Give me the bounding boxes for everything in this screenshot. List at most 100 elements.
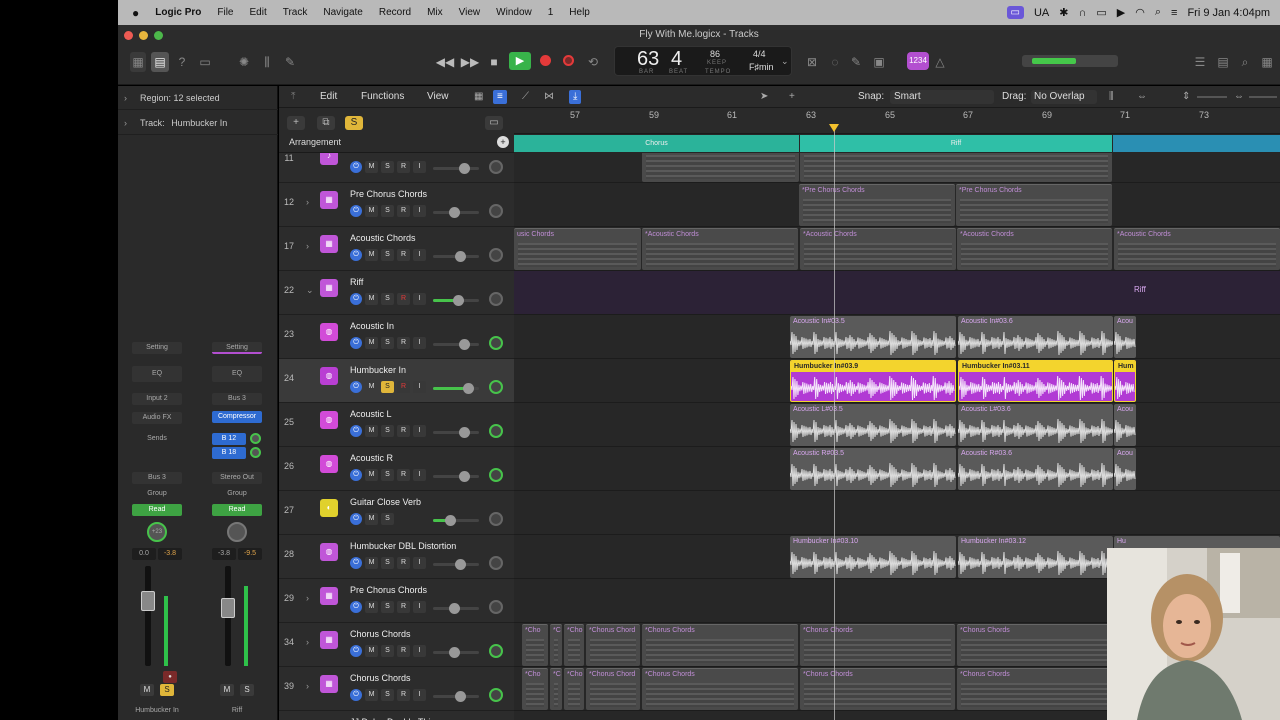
track-lane-27[interactable] [514, 491, 1280, 535]
volume-knob[interactable] [453, 295, 464, 306]
add-marker-icon[interactable]: + [497, 136, 509, 148]
volume-slider[interactable] [433, 559, 479, 570]
region-midi[interactable] [642, 153, 799, 182]
volume-knob[interactable] [449, 647, 460, 658]
volume-knob[interactable] [459, 339, 470, 350]
functions-menu[interactable]: Functions [361, 86, 404, 108]
menu-track[interactable]: Track [275, 7, 316, 18]
volume-slider[interactable] [433, 295, 479, 306]
automation-icon[interactable]: ⟋ [522, 86, 529, 108]
horizontal-zoom-slider[interactable] [1249, 96, 1277, 98]
group-slot[interactable]: Group [212, 488, 262, 500]
region-chorus-chords[interactable]: *Cho [564, 624, 584, 666]
region-humbucker-in-selected[interactable]: Humbucker In#03.9 [790, 360, 956, 402]
power-icon[interactable]: ⏻ [350, 293, 362, 305]
list-editors-icon[interactable]: ☰ [1192, 52, 1208, 72]
vertical-zoom-icon[interactable]: ⇕ [1182, 86, 1190, 108]
mute-button[interactable]: M [365, 689, 378, 701]
back-icon[interactable]: ⤒ [291, 86, 295, 108]
volume-slider[interactable] [433, 163, 479, 174]
solo-button[interactable]: S [381, 381, 394, 393]
send-knob-2[interactable] [250, 447, 261, 458]
chevron-right-icon[interactable]: › [124, 86, 127, 110]
track-name[interactable]: Pre Chorus Chords [350, 585, 427, 595]
timeline-ruler[interactable]: 57 59 61 63 65 67 69 71 73 [514, 108, 1280, 134]
metronome-icon[interactable]: △ [933, 52, 947, 72]
track-header-25[interactable]: 25 ◍ Acoustic L ⏻ M S RI [279, 403, 514, 447]
pan-knob[interactable] [489, 468, 503, 482]
solo-button[interactable]: S [160, 684, 174, 696]
region-chorus-chords[interactable]: *Chorus Chords [642, 668, 798, 710]
library-icon[interactable]: ▦ [130, 52, 146, 72]
track-name[interactable]: Acoustic L [350, 409, 392, 419]
power-icon[interactable]: ⏻ [350, 601, 362, 613]
solo-button[interactable]: S [381, 293, 394, 305]
loop-browser-icon[interactable]: ⌕ [1237, 52, 1253, 72]
input-slot[interactable]: Input 2 [132, 393, 182, 405]
setting-button[interactable]: Setting [212, 342, 262, 354]
record-arm-icon[interactable]: ● [163, 671, 177, 683]
menu-file[interactable]: File [209, 7, 241, 18]
sends-slot[interactable]: Sends [132, 433, 182, 445]
volume-knob[interactable] [455, 559, 466, 570]
lcd-dropdown-icon[interactable]: ⌄ [781, 56, 789, 67]
record-arm-button[interactable]: R [397, 601, 410, 613]
chevron-right-icon[interactable]: › [124, 111, 127, 135]
solo-button[interactable]: S [381, 689, 394, 701]
mute-button[interactable]: M [140, 684, 154, 696]
note-pad-icon[interactable]: ▤ [1215, 52, 1231, 72]
power-icon[interactable]: ⏻ [350, 425, 362, 437]
track-header-24[interactable]: 24 ◍ Humbucker In ⏻ M S RI [279, 359, 514, 403]
input-monitor-button[interactable]: I [413, 249, 426, 261]
menu-window[interactable]: Window [488, 7, 540, 18]
track-header-28[interactable]: 28 ◍ Humbucker DBL Distortion ⏻ M S RI [279, 535, 514, 579]
power-icon[interactable]: ⏻ [350, 205, 362, 217]
pan-knob[interactable] [489, 160, 503, 174]
power-icon[interactable]: ⏻ [350, 249, 362, 261]
solo-button[interactable]: S [381, 601, 394, 613]
apple-menu-icon[interactable]: ● [118, 6, 147, 20]
chevron-right-icon[interactable]: › [306, 593, 309, 603]
solo-button[interactable]: S [381, 161, 394, 173]
region-acoustic-r[interactable]: Acoustic R#03.6 [958, 448, 1113, 490]
volume-fader-cap[interactable] [221, 598, 235, 618]
mute-button[interactable]: M [365, 513, 378, 525]
solo-button[interactable]: S [381, 337, 394, 349]
chevron-down-icon[interactable]: ⌄ [306, 285, 314, 296]
track-header-next[interactable]: JJ Delay Double Thing ⏻ M S RI [279, 711, 514, 720]
track-name[interactable]: Guitar Close Verb [350, 497, 421, 507]
region-chorus-chords[interactable]: *Cho [564, 668, 584, 710]
record-arm-button[interactable]: R [397, 161, 410, 173]
add-track-button[interactable]: + [287, 116, 305, 130]
mute-button[interactable]: M [365, 337, 378, 349]
solo-button[interactable]: S [381, 557, 394, 569]
fast-forward-icon[interactable]: ▶▶ [460, 52, 480, 72]
pointer-tool-icon[interactable]: ➤ [760, 86, 768, 108]
send-knob-1[interactable] [250, 433, 261, 444]
arrangement-chorus[interactable]: Chorus [514, 135, 799, 152]
rewind-icon[interactable]: ◀◀ [435, 52, 455, 72]
region-pre-chorus[interactable]: *Pre Chorus Chords [956, 184, 1112, 226]
mute-button[interactable]: M [365, 205, 378, 217]
stop-icon[interactable]: ■ [486, 52, 502, 72]
replace-icon[interactable]: ⊠ [805, 52, 819, 72]
cycle-icon[interactable]: ⟲ [584, 52, 602, 72]
volume-knob[interactable] [445, 515, 456, 526]
track-name[interactable]: Humbucker In [350, 365, 406, 375]
edit-menu[interactable]: Edit [320, 86, 337, 108]
track-lane-26[interactable]: Acoustic R#03.5 Acoustic R#03.6 Acou [514, 447, 1280, 491]
play-button[interactable]: ▶ [509, 52, 531, 70]
mute-button[interactable]: M [365, 645, 378, 657]
grid-view-icon[interactable]: ▦ [474, 86, 483, 108]
power-icon[interactable]: ⏻ [350, 161, 362, 173]
volume-knob[interactable] [459, 163, 470, 174]
menu-record[interactable]: Record [371, 7, 419, 18]
track-name[interactable]: Acoustic Chords [350, 233, 416, 243]
input-monitor-button[interactable]: I [413, 381, 426, 393]
record-arm-button[interactable]: R [397, 689, 410, 701]
region-acoustic-chords[interactable]: *Acoustic Chords [1114, 228, 1280, 270]
record-arm-button[interactable]: R [397, 337, 410, 349]
track-lane-22[interactable]: Riff [514, 271, 1280, 315]
track-name[interactable]: Riff [350, 277, 363, 287]
region-humbucker-dbl[interactable]: Humbucker In#03.10 [790, 536, 956, 578]
